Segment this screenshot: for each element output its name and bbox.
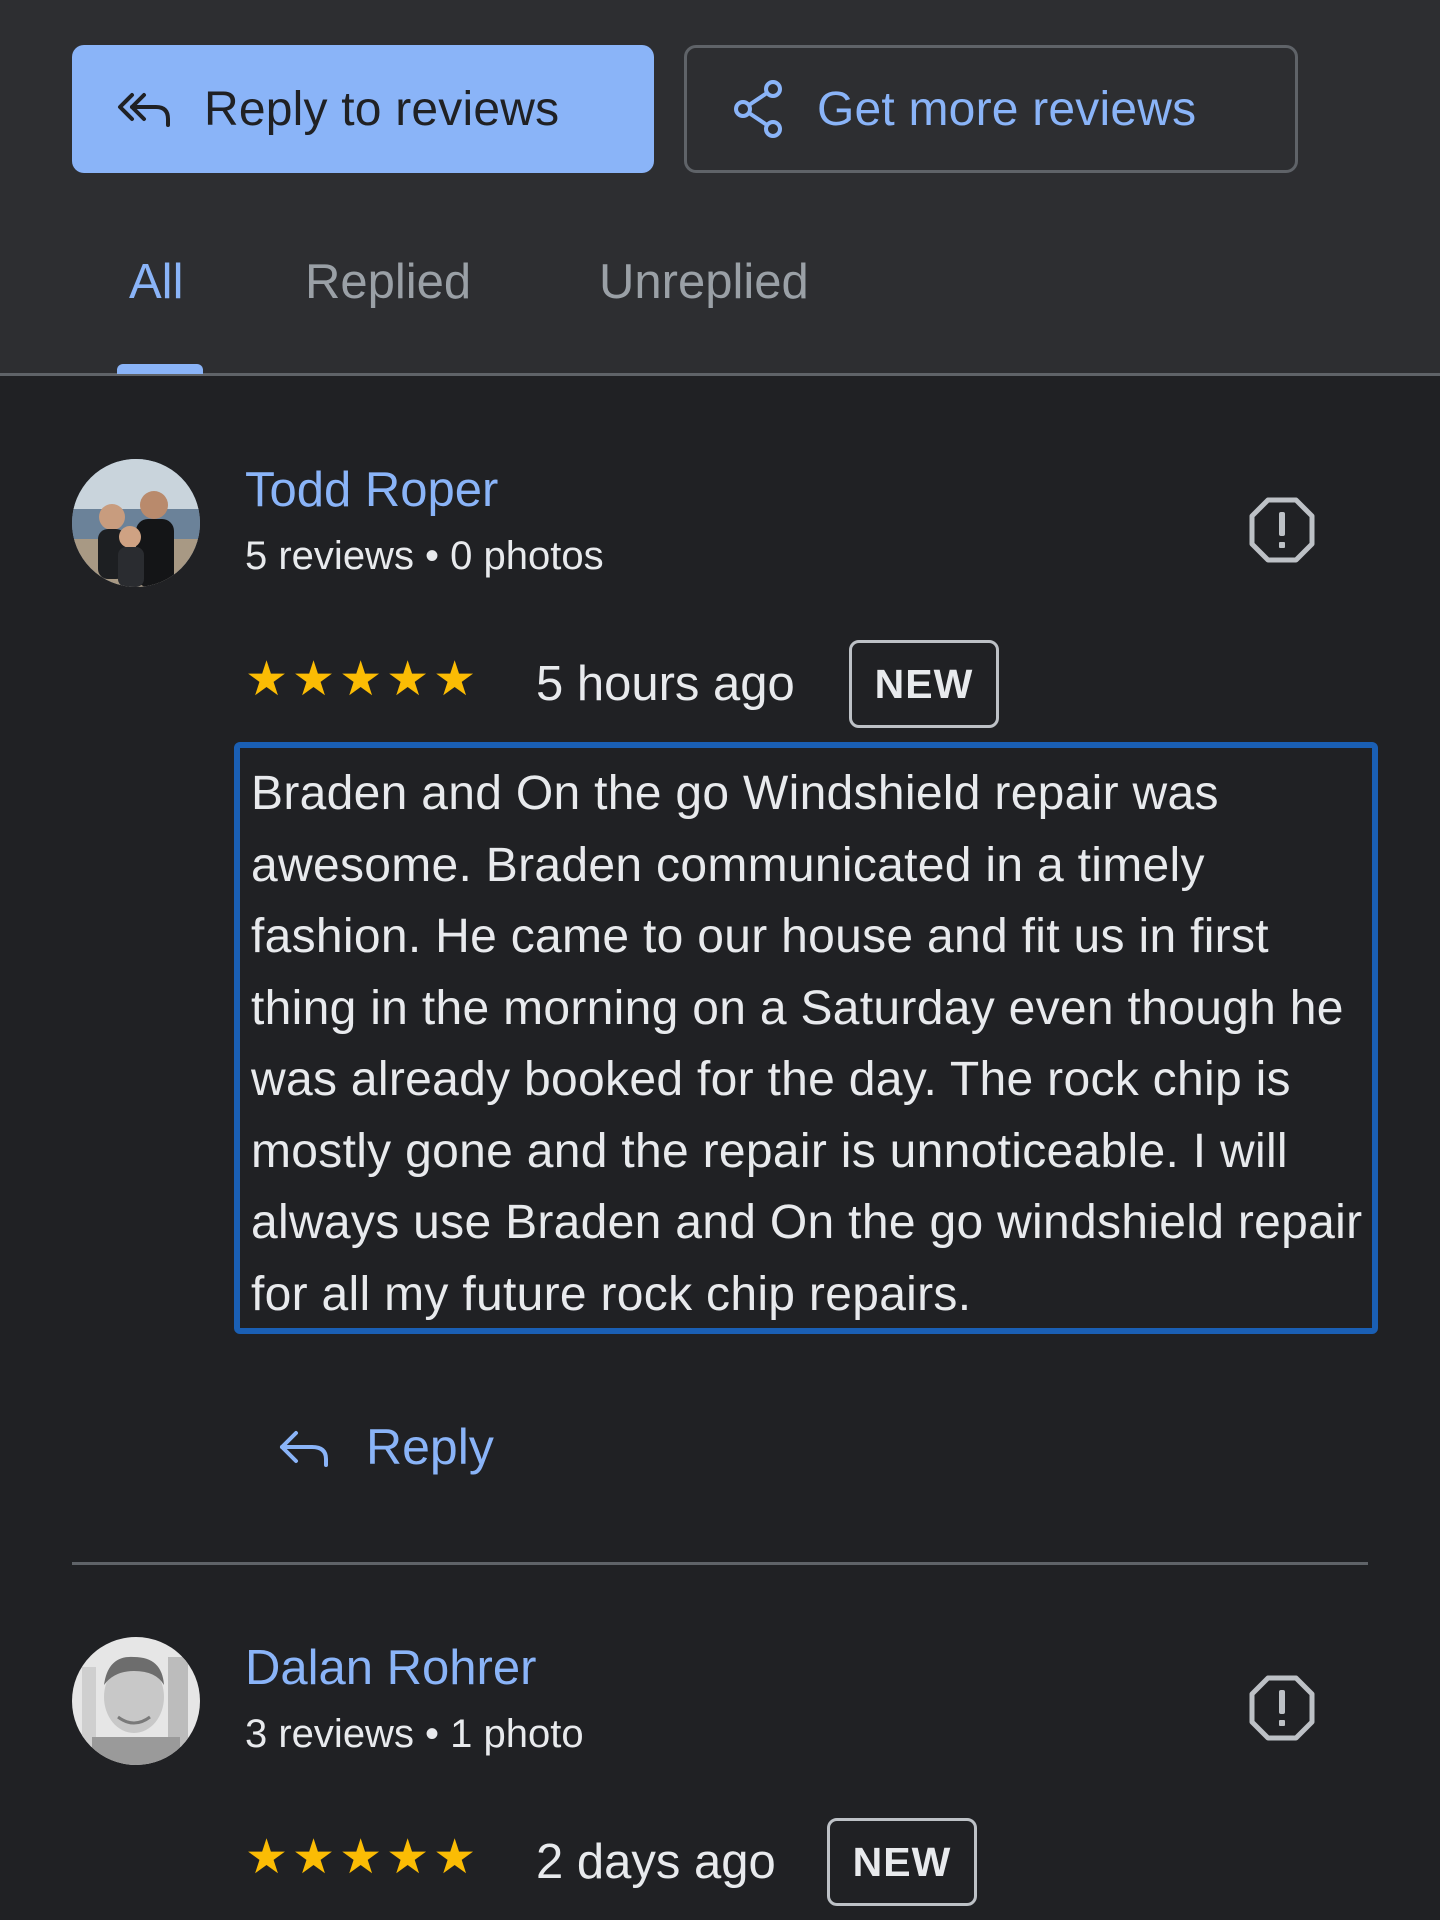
report-flag-icon[interactable] [1248, 496, 1316, 564]
review-divider [72, 1562, 1368, 1565]
review-text: Braden and On the go Windshield repair w… [234, 742, 1378, 1334]
tab-unreplied[interactable]: Unreplied [599, 254, 809, 310]
star-icon: ★ [339, 1831, 383, 1884]
reviewer-meta: 5 reviews • 0 photos [245, 534, 604, 578]
star-icon: ★ [245, 653, 289, 706]
reply-to-reviews-button[interactable]: Reply to reviews [72, 45, 654, 173]
new-badge: NEW [827, 1818, 977, 1906]
new-badge: NEW [849, 640, 999, 728]
reply-all-icon [116, 89, 174, 129]
star-rating: ★ ★ ★ ★ ★ [245, 1834, 476, 1882]
tab-all[interactable]: All [129, 254, 183, 310]
review-time: 5 hours ago [536, 657, 795, 711]
reviews-header: Reply to reviews Get more reviews All Re… [0, 0, 1440, 376]
reviewer-meta: 3 reviews • 1 photo [245, 1712, 584, 1756]
reviewer-name[interactable]: Todd Roper [245, 462, 498, 518]
active-tab-indicator [117, 364, 203, 374]
star-icon: ★ [433, 1831, 477, 1884]
reply-button[interactable]: Reply [278, 1418, 494, 1476]
report-flag-icon[interactable] [1248, 1674, 1316, 1742]
get-more-reviews-label: Get more reviews [817, 82, 1197, 136]
reply-to-reviews-label: Reply to reviews [204, 82, 560, 136]
tab-replied[interactable]: Replied [305, 254, 471, 310]
share-icon [731, 79, 787, 139]
reply-icon [278, 1425, 330, 1469]
star-icon: ★ [292, 1831, 336, 1884]
star-icon: ★ [386, 1831, 430, 1884]
avatar[interactable] [72, 1637, 200, 1765]
avatar[interactable] [72, 459, 200, 587]
star-icon: ★ [245, 1831, 289, 1884]
star-rating: ★ ★ ★ ★ ★ [245, 656, 476, 704]
star-icon: ★ [433, 653, 477, 706]
get-more-reviews-button[interactable]: Get more reviews [684, 45, 1298, 173]
reply-label: Reply [366, 1419, 494, 1475]
star-icon: ★ [339, 653, 383, 706]
reviewer-name[interactable]: Dalan Rohrer [245, 1640, 536, 1696]
star-icon: ★ [292, 653, 336, 706]
star-icon: ★ [386, 653, 430, 706]
review-time: 2 days ago [536, 1835, 776, 1889]
